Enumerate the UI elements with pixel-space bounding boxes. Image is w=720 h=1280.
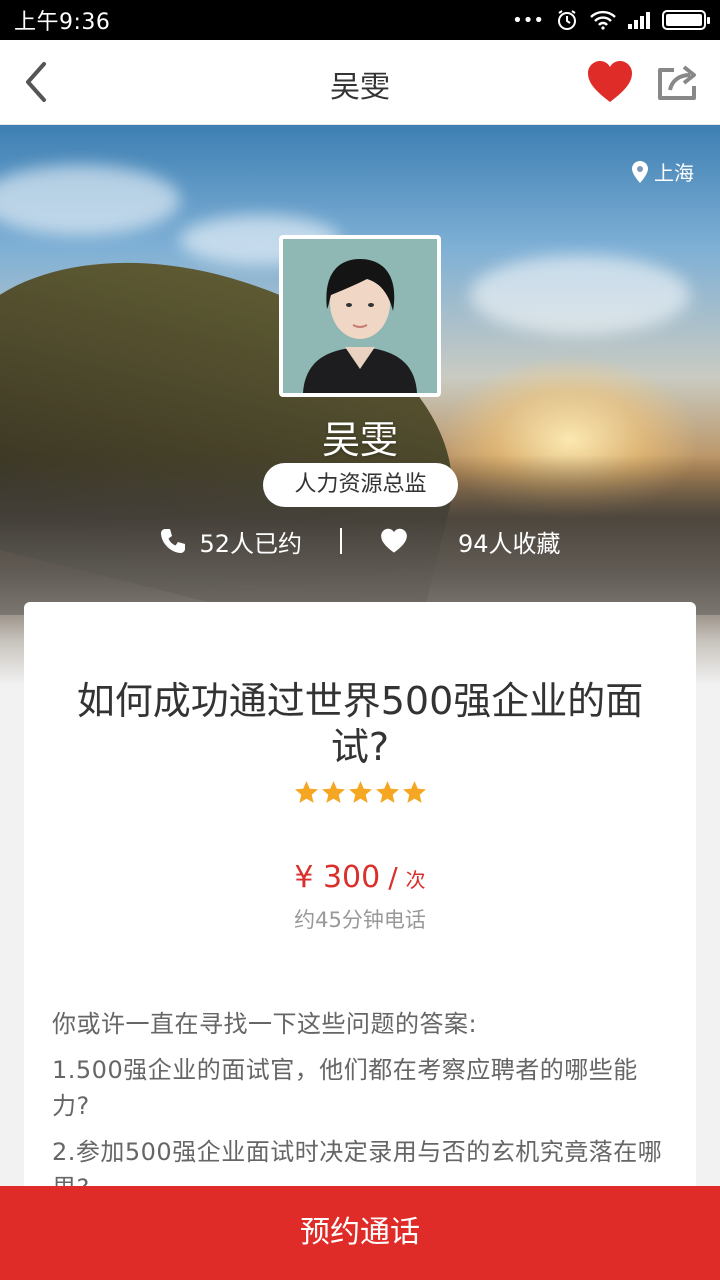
description-question: 1.500强企业的面试官，他们都在考察应聘者的哪些能力? [52,1056,638,1120]
status-icons: ••• [512,9,710,31]
star-icon [375,781,399,803]
topic-title: 如何成功通过世界500强企业的面试? [76,679,644,769]
star-icon [348,781,372,803]
signal-icon [628,11,650,29]
topic-card: 如何成功通过世界500强企业的面试? ¥ 300 / 次 约45分钟电话 你或许… [24,602,696,1222]
location-label: 上海 [654,161,694,185]
stat-favorites: 94人收藏 [380,524,561,559]
star-icon [321,781,345,803]
call-duration: 约45分钟电话 [294,908,426,932]
star-rating [24,780,696,805]
star-icon [402,781,426,803]
nav-bar: 吴雯 [0,40,720,125]
expert-role-badge: 人力资源总监 [263,463,458,507]
battery-icon [662,10,710,30]
price: ¥ 300 / 次 [24,860,696,895]
status-time: 上午9:36 [14,10,111,35]
price-unit: 次 [405,868,426,892]
wifi-icon [590,10,616,30]
price-value: ¥ 300 [294,860,381,895]
star-icon [294,781,318,803]
location-pin-icon [632,160,648,183]
stat-calls: 52人已约 [159,524,302,559]
alarm-icon [558,10,576,30]
avatar [279,235,441,397]
portrait-image [283,239,437,393]
share-icon[interactable] [656,62,700,102]
favorite-heart-icon[interactable] [586,60,634,104]
more-dots-icon: ••• [512,9,544,31]
description-intro: 你或许一直在寻找一下这些问题的答案: [52,1010,478,1038]
cloud-decoration [0,165,180,235]
book-call-button[interactable]: 预约通话 [0,1186,720,1280]
heart-icon [381,528,407,553]
location: 上海 [632,157,694,186]
stat-favorites-label: 94人收藏 [458,529,561,558]
topic-description: 你或许一直在寻找一下这些问题的答案: 1.500强企业的面试官，他们都在考察应聘… [52,1006,668,1216]
expert-stats: 52人已约 94人收藏 [0,521,720,561]
stat-divider [340,528,342,554]
status-bar: 上午9:36 ••• [0,0,720,40]
stat-calls-label: 52人已约 [199,529,302,558]
price-separator: / [388,861,398,894]
phone-icon [161,529,186,553]
cloud-decoration [470,255,690,335]
profile-header: 上海 吴雯 人力资源总监 52人已约 94人收藏 [0,125,720,685]
expert-name: 吴雯 [321,418,398,462]
